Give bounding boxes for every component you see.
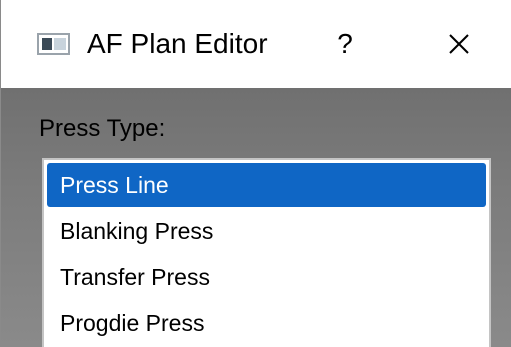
option-transfer-press[interactable]: Transfer Press <box>47 255 486 299</box>
af-plan-editor-dialog: AF Plan Editor ? Press Type: Press Line … <box>0 0 511 347</box>
close-button[interactable] <box>437 22 481 66</box>
option-blanking-press[interactable]: Blanking Press <box>47 209 486 253</box>
dialog-body: Press Type: Press Line Blanking Press Tr… <box>1 88 511 347</box>
close-icon <box>449 34 469 54</box>
help-button[interactable]: ? <box>327 22 363 66</box>
press-type-label: Press Type: <box>39 115 166 142</box>
press-type-dropdown-list[interactable]: Press Line Blanking Press Transfer Press… <box>42 158 491 347</box>
option-press-line[interactable]: Press Line <box>47 163 486 207</box>
window-title: AF Plan Editor <box>87 28 268 59</box>
window-app-icon <box>37 33 70 55</box>
title-bar[interactable]: AF Plan Editor ? <box>1 0 511 88</box>
option-progdie-press[interactable]: Progdie Press <box>47 301 486 345</box>
